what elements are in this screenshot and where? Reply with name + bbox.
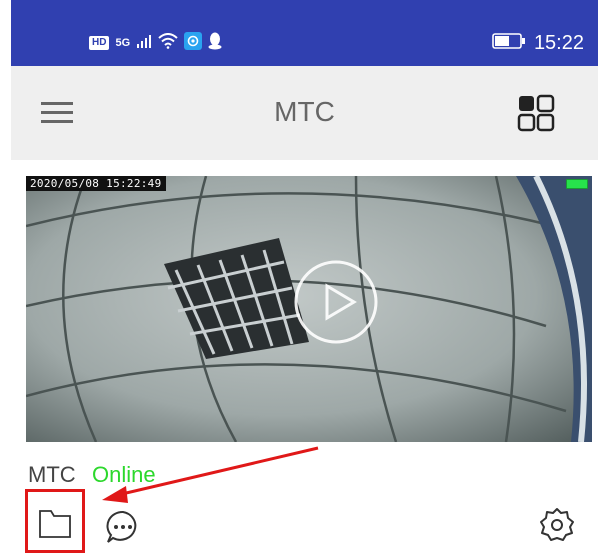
app-bar: MTC <box>11 66 598 160</box>
grid-view-icon[interactable] <box>517 94 555 132</box>
device-name: MTC <box>28 462 76 487</box>
camera-preview[interactable]: 2020/05/08 15:22:49 <box>26 176 592 442</box>
camera-battery-icon <box>566 179 588 189</box>
battery-icon <box>492 32 526 55</box>
device-status: Online <box>92 462 156 487</box>
network-label: 5G <box>115 37 131 49</box>
play-icon[interactable] <box>294 260 378 344</box>
folder-icon[interactable] <box>36 504 74 542</box>
camera-timestamp: 2020/05/08 15:22:49 <box>26 176 166 191</box>
app-notification-icon <box>184 31 203 55</box>
status-icons-left: HD 5G <box>89 31 222 55</box>
status-icons-right: 15:22 <box>492 30 584 56</box>
chat-icon[interactable] <box>104 508 142 546</box>
page-title: MTC <box>274 96 335 127</box>
settings-icon[interactable] <box>538 506 576 544</box>
status-bar: HD 5G 15:22 <box>11 0 598 66</box>
clock: 15:22 <box>533 31 584 54</box>
wifi-icon <box>158 32 178 54</box>
qq-icon <box>208 32 222 55</box>
signal-icon <box>136 34 152 53</box>
hd-badge: HD <box>89 36 110 50</box>
